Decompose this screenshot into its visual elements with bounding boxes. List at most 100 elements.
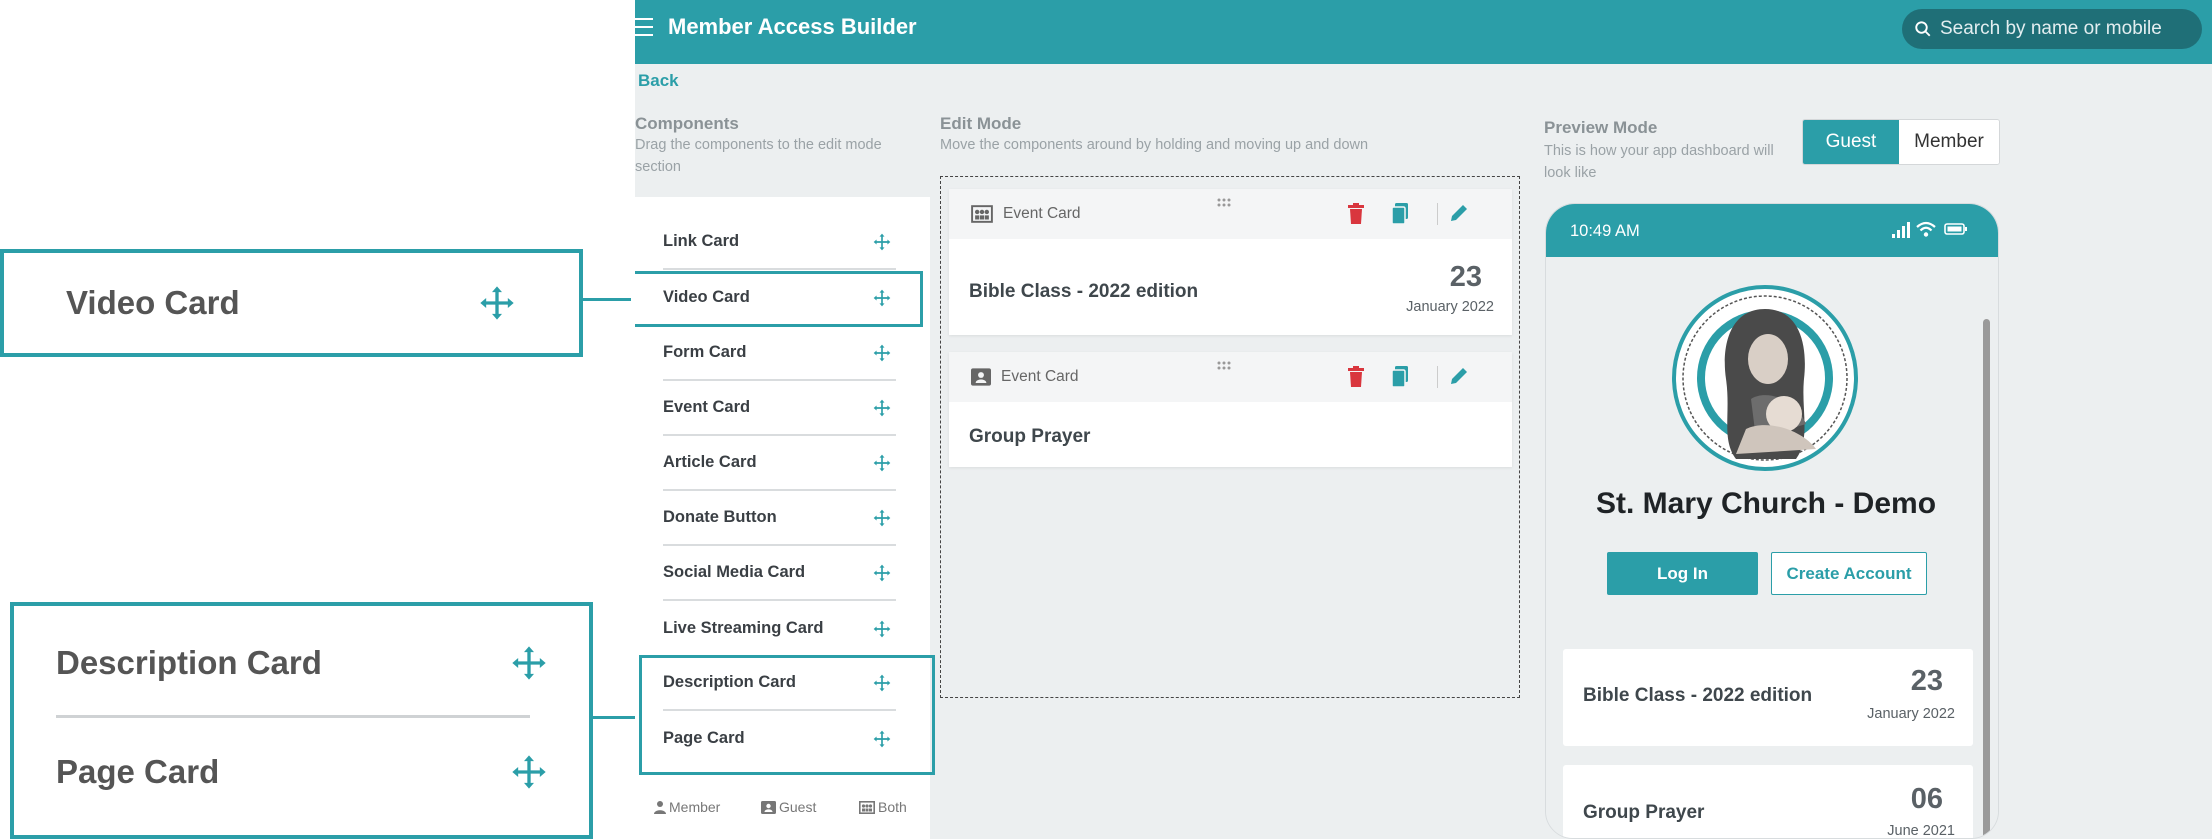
copy-icon[interactable]	[1391, 366, 1409, 388]
component-item-label: Donate Button	[663, 508, 777, 526]
component-item-form-card[interactable]: Form Card	[663, 326, 896, 381]
action-separator	[1437, 366, 1438, 388]
drag-handle-icon[interactable]	[1216, 197, 1232, 209]
video-card-callout-label: Video Card	[66, 284, 240, 321]
component-item-label: Article Card	[663, 453, 757, 471]
id-badge-icon	[971, 368, 991, 386]
event-day: 06	[1910, 783, 1943, 815]
login-button[interactable]: Log In	[1607, 552, 1758, 595]
back-link[interactable]: Back	[638, 71, 679, 91]
component-item-article-card[interactable]: Article Card	[663, 436, 896, 491]
audience-toggle: Guest Member	[1802, 119, 2000, 165]
preview-event-card[interactable]: Group Prayer 06 June 2021	[1563, 765, 1973, 839]
component-item-label: Live Streaming Card	[663, 619, 824, 637]
legend-member: Member	[654, 799, 720, 815]
phone-status-bar: 10:49 AM	[1546, 204, 1998, 257]
top-bar: Member Access Builder	[635, 0, 2212, 64]
component-item-label: Link Card	[663, 232, 740, 250]
delete-icon[interactable]	[1347, 366, 1365, 388]
card-title: Bible Class - 2022 edition	[1583, 685, 1813, 706]
event-month-year: January 2022	[1867, 706, 1955, 722]
event-day: 23	[1910, 665, 1943, 697]
preview-mode-title: Preview Mode	[1544, 118, 1658, 137]
group-icon	[971, 205, 993, 223]
edit-event-card[interactable]: Event Card Bible Class - 2022 edition 23…	[949, 189, 1512, 335]
components-title: Components	[635, 114, 739, 133]
preview-event-card[interactable]: Bible Class - 2022 edition 23 January 20…	[1563, 649, 1973, 746]
move-icon	[512, 755, 546, 789]
edit-mode-title: Edit Mode	[940, 114, 1022, 133]
legend-guest: Guest	[761, 799, 816, 815]
event-month-year: June 2021	[1887, 823, 1955, 839]
card-header: Event Card	[949, 352, 1512, 402]
hamburger-menu-icon[interactable]	[635, 18, 655, 38]
search-box[interactable]	[1902, 9, 2202, 49]
move-icon[interactable]	[872, 343, 892, 363]
callout-divider	[56, 715, 530, 718]
legend-both: Both	[859, 799, 907, 815]
group-icon	[859, 800, 875, 814]
search-input[interactable]	[1940, 18, 2190, 40]
person-icon	[654, 801, 666, 814]
preview-mode-subtitle: This is how your app dashboard will look…	[1544, 143, 1774, 181]
screenshot-stage: Video Card Description Card Page Card Me…	[0, 0, 2212, 839]
legend-guest-label: Guest	[779, 799, 817, 815]
component-item-event-card[interactable]: Event Card	[663, 381, 896, 436]
guest-toggle-button[interactable]: Guest	[1803, 120, 1899, 164]
event-day: 23	[1449, 261, 1482, 293]
component-item-donate-button[interactable]: Donate Button	[663, 491, 896, 546]
description-card-callout-label: Description Card	[56, 644, 322, 681]
description-page-callout: Description Card Page Card	[10, 602, 593, 839]
card-header: Event Card	[949, 189, 1512, 239]
description-page-highlight	[639, 655, 935, 775]
edit-pencil-icon[interactable]	[1449, 203, 1469, 223]
signal-icon	[1892, 222, 1910, 238]
move-icon	[512, 646, 546, 680]
phone-scrollbar[interactable]	[1983, 319, 1990, 838]
video-callout-connector	[583, 298, 631, 301]
move-icon	[480, 286, 514, 320]
card-type-label: Event Card	[1003, 205, 1081, 222]
church-name: St. Mary Church - Demo	[1595, 487, 1937, 520]
search-icon	[1915, 21, 1931, 37]
move-icon[interactable]	[872, 398, 892, 418]
components-subtitle: Drag the components to the edit mode sec…	[635, 137, 882, 175]
move-icon[interactable]	[872, 232, 892, 252]
battery-icon	[1944, 223, 1967, 235]
phone-preview: 10:49 AM St. Mary Church - Demo Log In C…	[1545, 203, 1999, 839]
component-item-label: Event Card	[663, 398, 751, 416]
app-window: Member Access Builder Back Components Dr…	[635, 0, 2212, 839]
description-callout-connector	[593, 716, 641, 719]
delete-icon[interactable]	[1347, 203, 1365, 225]
id-badge-icon	[761, 800, 776, 814]
component-item-live-streaming-card[interactable]: Live Streaming Card	[663, 601, 896, 656]
action-separator	[1437, 203, 1438, 225]
app-title: Member Access Builder	[668, 14, 917, 39]
card-title: Bible Class - 2022 edition	[969, 281, 1199, 302]
video-card-callout: Video Card	[0, 249, 583, 357]
component-item-label: Form Card	[663, 343, 747, 361]
component-item-social-media-card[interactable]: Social Media Card	[663, 546, 896, 601]
drag-handle-icon[interactable]	[1216, 360, 1232, 372]
church-logo	[1672, 285, 1858, 471]
status-time: 10:49 AM	[1570, 222, 1640, 240]
card-title: Group Prayer	[1583, 802, 1705, 823]
move-icon[interactable]	[872, 453, 892, 473]
move-icon[interactable]	[872, 508, 892, 528]
edit-event-card[interactable]: Event Card Group Prayer	[949, 352, 1512, 467]
phone-content: St. Mary Church - Demo Log In Create Acc…	[1546, 257, 1998, 839]
wifi-icon	[1916, 221, 1936, 237]
component-item-label: Social Media Card	[663, 563, 806, 581]
edit-pencil-icon[interactable]	[1449, 366, 1469, 386]
legend-both-label: Both	[878, 799, 907, 815]
card-type-label: Event Card	[1001, 368, 1079, 385]
card-title: Group Prayer	[969, 426, 1091, 447]
event-month-year: January 2022	[1406, 299, 1494, 315]
create-account-button[interactable]: Create Account	[1771, 552, 1927, 595]
page-card-callout-label: Page Card	[56, 753, 220, 790]
move-icon[interactable]	[872, 563, 892, 583]
move-icon[interactable]	[872, 619, 892, 639]
copy-icon[interactable]	[1391, 203, 1409, 225]
component-item-link-card[interactable]: Link Card	[663, 215, 896, 270]
member-toggle-button[interactable]: Member	[1899, 120, 1999, 164]
